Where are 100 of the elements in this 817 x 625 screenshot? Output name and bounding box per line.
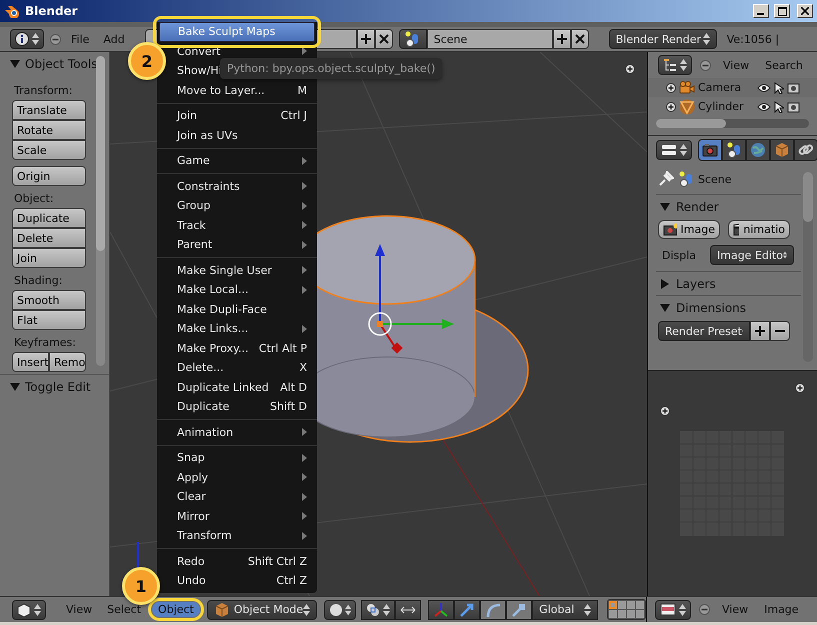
tool-button[interactable]: Delete: [12, 228, 86, 248]
menu-item[interactable]: Game: [157, 151, 317, 170]
expand-icon[interactable]: [666, 102, 676, 112]
menu-item[interactable]: Make Proxy... Ctrl Alt P: [157, 338, 317, 358]
minimize-button[interactable]: [753, 4, 769, 18]
maximize-button[interactable]: [774, 4, 790, 18]
menu-item[interactable]: Apply: [157, 468, 317, 487]
pin-icon[interactable]: [658, 171, 674, 187]
add-icon[interactable]: [625, 64, 635, 74]
tool-button[interactable]: Flat: [12, 310, 86, 330]
menu-item[interactable]: Select: [103, 603, 146, 616]
tool-button[interactable]: Insert: [12, 352, 49, 372]
panel-toggle-icon[interactable]: [10, 382, 20, 392]
add-button[interactable]: [750, 321, 770, 341]
menu-item[interactable]: View: [718, 603, 752, 616]
add-icon[interactable]: [660, 406, 670, 416]
scrollbar[interactable]: [96, 56, 105, 366]
display-dropdown[interactable]: Image Edito: [710, 245, 794, 265]
delete-button[interactable]: [570, 29, 589, 49]
snap-button[interactable]: [395, 600, 422, 620]
menu-item[interactable]: Parent: [157, 235, 317, 254]
menu-item[interactable]: View: [719, 58, 754, 72]
menu-item[interactable]: View: [62, 603, 96, 616]
expand-icon[interactable]: [666, 82, 676, 92]
menu-item[interactable]: Add: [99, 32, 129, 46]
scene-selector-button[interactable]: [398, 29, 427, 49]
outliner-row[interactable]: Cylinder: [648, 97, 817, 116]
menu-item[interactable]: Transform: [157, 526, 317, 546]
render-engine-dropdown[interactable]: Blender Render: [608, 29, 717, 49]
editor-type-button[interactable]: [658, 55, 692, 75]
menu-item[interactable]: Group: [157, 196, 317, 216]
eye-icon[interactable]: [757, 102, 771, 112]
menu-item[interactable]: Duplicate Shift D: [157, 397, 317, 416]
mode-dropdown[interactable]: Object Mode: [206, 600, 318, 620]
shading-dropdown[interactable]: [324, 600, 356, 620]
collapse-icon[interactable]: [699, 604, 710, 615]
menu-item[interactable]: File: [67, 32, 94, 46]
scale-handle-icon[interactable]: [506, 600, 532, 620]
pivot-dropdown[interactable]: [361, 600, 396, 620]
remove-button[interactable]: [770, 321, 790, 341]
layer-grid[interactable]: [607, 599, 646, 620]
tool-button[interactable]: Translate: [12, 100, 86, 120]
tool-button[interactable]: Rotate: [12, 120, 86, 140]
menu-item[interactable]: Mirror: [157, 506, 317, 526]
menu-item[interactable]: Make Single User: [157, 260, 317, 280]
rotate-arc-icon[interactable]: [480, 600, 506, 620]
tool-button[interactable]: Join: [12, 248, 86, 268]
scrollbar[interactable]: [656, 119, 809, 128]
panel-toggle-icon[interactable]: [660, 202, 670, 212]
render-button[interactable]: Image: [658, 220, 720, 239]
tool-button[interactable]: Remo: [49, 352, 86, 372]
collapse-icon[interactable]: [50, 34, 61, 44]
transform-gizmo-drawing[interactable]: [368, 244, 454, 354]
collapse-icon[interactable]: [700, 60, 711, 70]
menu-item[interactable]: Make Links...: [157, 319, 317, 338]
cursor-icon[interactable]: [774, 100, 784, 112]
scene-name-field[interactable]: Scene: [426, 29, 553, 49]
render-button[interactable]: nimatio: [728, 220, 790, 239]
tool-button[interactable]: Smooth: [12, 290, 86, 310]
close-button[interactable]: [797, 4, 813, 18]
properties-tab[interactable]: [794, 139, 817, 161]
add-button[interactable]: [552, 29, 571, 49]
render-preset-dropdown[interactable]: Render Preset: [658, 321, 750, 341]
menu-item[interactable]: Delete... X: [157, 358, 317, 378]
cursor-icon[interactable]: [774, 82, 784, 94]
tool-button[interactable]: Scale: [12, 140, 86, 160]
tool-button[interactable]: Duplicate: [12, 208, 86, 228]
menu-item[interactable]: Constraints: [157, 176, 317, 196]
manipulator-axes-icon[interactable]: [428, 600, 454, 620]
delete-button[interactable]: [374, 29, 393, 49]
menu-item[interactable]: Image: [760, 603, 803, 616]
editor-type-button[interactable]: [10, 29, 44, 49]
properties-tab[interactable]: [722, 139, 746, 161]
menu-item[interactable]: Make Local...: [157, 280, 317, 300]
menu-item[interactable]: Duplicate Linked Alt D: [157, 378, 317, 397]
menu-item[interactable]: Redo Shift Ctrl Z: [157, 552, 317, 571]
orientation-dropdown[interactable]: Global: [532, 600, 598, 620]
menu-item[interactable]: Make Dupli-Face: [157, 300, 317, 319]
outliner-row[interactable]: Camera: [648, 78, 817, 97]
editor-type-button[interactable]: [656, 140, 692, 160]
tool-button[interactable]: Origin: [12, 166, 86, 186]
menu-item[interactable]: Snap: [157, 448, 317, 468]
menu-item[interactable]: Track: [157, 216, 317, 235]
menu-item[interactable]: Clear: [157, 487, 317, 506]
properties-tab[interactable]: [746, 139, 770, 161]
editor-type-button[interactable]: [12, 600, 46, 620]
camera-icon[interactable]: [787, 100, 800, 112]
menu-item[interactable]: Join as UVs: [157, 126, 317, 145]
menu-item[interactable]: Search: [761, 58, 807, 72]
panel-toggle-icon[interactable]: [660, 302, 670, 312]
scrollbar[interactable]: [803, 172, 813, 362]
panel-toggle-icon[interactable]: [10, 59, 20, 69]
editor-type-button[interactable]: [655, 600, 691, 620]
menu-item[interactable]: Move to Layer... M: [157, 80, 317, 100]
menu-item[interactable]: Join Ctrl J: [157, 106, 317, 126]
eye-icon[interactable]: [757, 82, 771, 92]
add-icon[interactable]: [795, 383, 805, 393]
panel-toggle-icon[interactable]: [660, 278, 670, 288]
menu-item[interactable]: Animation: [157, 422, 317, 442]
camera-icon[interactable]: [787, 82, 800, 94]
